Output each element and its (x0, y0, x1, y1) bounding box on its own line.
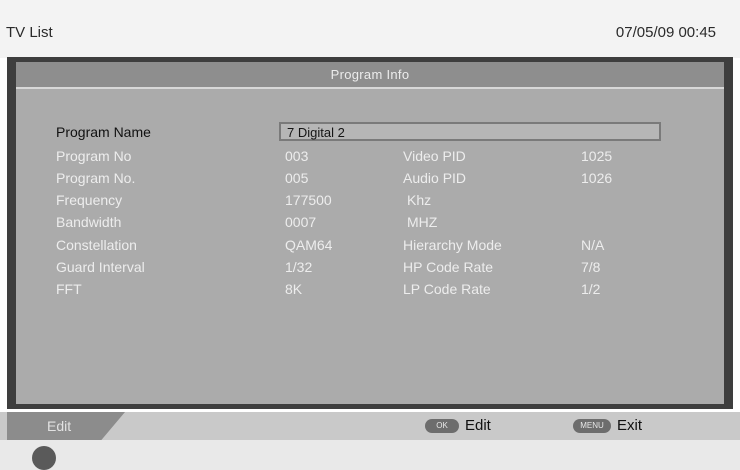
row-value: 003 (285, 148, 309, 164)
row-label: Bandwidth (56, 214, 122, 230)
row-value: 8K (285, 281, 303, 297)
row-label-2: HP Code Rate (403, 259, 494, 275)
menu-key-icon[interactable]: MENU (573, 419, 611, 433)
top-bar: TV List 07/05/09 00:45 (0, 0, 740, 58)
indicator-dot-icon (32, 446, 56, 470)
row-value: 005 (285, 170, 309, 186)
bottom-strip (0, 440, 740, 470)
row-label-2: Hierarchy Mode (403, 237, 502, 253)
row-value-2: 1/2 (581, 281, 601, 297)
row-value-2: N/A (581, 237, 605, 253)
row-value-2: 7/8 (581, 259, 601, 275)
row-label: Constellation (56, 237, 137, 253)
program-info-panel: Program Info Program Name 7 Digital 2 Pr… (7, 57, 733, 409)
row-label-2: Video PID (403, 148, 466, 164)
program-name-value: 7 Digital 2 (287, 125, 345, 140)
row-value: 177500 (285, 192, 332, 208)
row-value: 0007 (285, 214, 317, 230)
row-label-2: Khz (407, 192, 432, 208)
row-label-2: Audio PID (403, 170, 467, 186)
panel-title: Program Info (16, 62, 724, 89)
row-value: 1/32 (285, 259, 313, 275)
program-name-field[interactable]: 7 Digital 2 (279, 122, 661, 141)
program-name-label: Program Name (56, 124, 151, 140)
menu-exit-label: Exit (617, 417, 643, 434)
row-label-2: LP Code Rate (403, 281, 491, 297)
footer-bar: Edit OK Edit MENU Exit (0, 412, 740, 440)
panel-body: Program Info Program Name 7 Digital 2 Pr… (16, 62, 724, 404)
row-value-2: 1026 (581, 170, 613, 186)
edit-tab[interactable]: Edit (7, 412, 125, 440)
row-label: Program No. (56, 170, 136, 186)
row-label-2: MHZ (407, 214, 438, 230)
row-value-2: 1025 (581, 148, 613, 164)
edit-tab-label: Edit (47, 418, 72, 434)
datetime: 07/05/09 00:45 (615, 24, 716, 41)
ok-key-icon[interactable]: OK (425, 419, 459, 433)
row-label: Guard Interval (56, 259, 145, 275)
row-label: Program No (56, 148, 132, 164)
row-label: Frequency (56, 192, 123, 208)
row-value: QAM64 (285, 237, 333, 253)
row-label: FFT (56, 281, 82, 297)
ok-edit-label: Edit (465, 417, 491, 434)
window-title: TV List (6, 24, 53, 41)
